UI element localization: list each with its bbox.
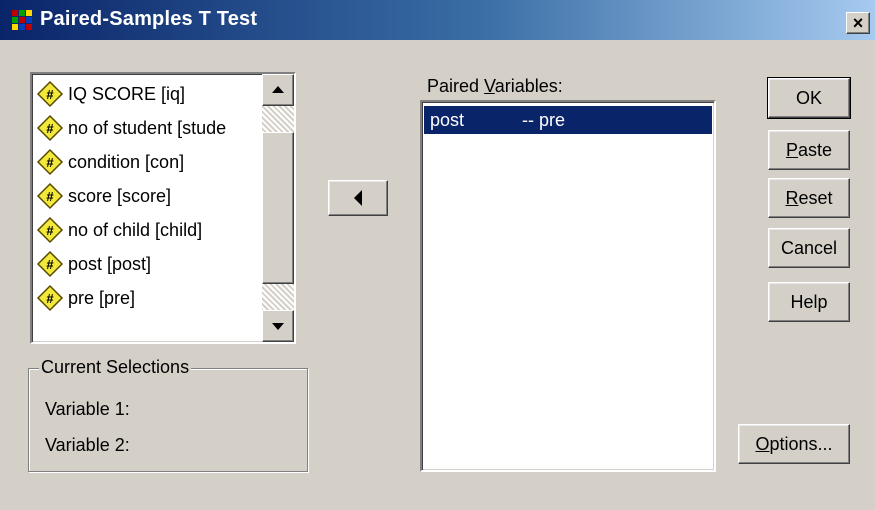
arrow-down-icon xyxy=(272,323,284,330)
arrow-left-icon xyxy=(354,190,362,206)
current-selections-title: Current Selections xyxy=(39,357,192,378)
spss-app-icon xyxy=(12,10,32,30)
variable2-label: Variable 2: xyxy=(45,435,130,455)
numeric-variable-icon: # xyxy=(36,182,64,210)
variable-label: post [post] xyxy=(68,253,152,274)
pair-first-variable: post xyxy=(430,109,465,130)
svg-text:#: # xyxy=(46,87,54,102)
title-bar[interactable]: Paired-Samples T Test × xyxy=(0,0,875,40)
variable-label: condition [con] xyxy=(68,151,185,172)
variable-items: # IQ SCORE [iq] # no of student [stude #… xyxy=(32,74,262,342)
svg-text:#: # xyxy=(46,223,54,238)
reset-button[interactable]: Reset xyxy=(768,178,850,218)
svg-text:#: # xyxy=(46,155,54,170)
variable1-label: Variable 1: xyxy=(45,399,130,419)
svg-text:#: # xyxy=(46,257,54,272)
paired-variable-row[interactable]: post -- pre xyxy=(424,106,712,134)
list-item[interactable]: # no of child [child] xyxy=(36,214,202,246)
scroll-down-button[interactable] xyxy=(262,310,294,342)
close-button[interactable]: × xyxy=(846,12,870,34)
numeric-variable-icon: # xyxy=(36,114,64,142)
current-selections-group: Current Selections Variable 1: Variable … xyxy=(28,357,308,472)
help-button[interactable]: Help xyxy=(768,282,850,322)
variable-label: pre [pre] xyxy=(68,287,136,308)
scroll-up-button[interactable] xyxy=(262,74,294,106)
paired-variables-list[interactable]: post -- pre xyxy=(420,100,716,472)
close-icon: × xyxy=(852,13,864,33)
list-item[interactable]: # IQ SCORE [iq] xyxy=(36,78,185,110)
svg-text:#: # xyxy=(46,121,54,136)
variable-label: score [score] xyxy=(68,185,172,206)
variable-label: no of student [stude xyxy=(68,117,227,138)
variable-label: IQ SCORE [iq] xyxy=(68,83,186,104)
numeric-variable-icon: # xyxy=(36,250,64,278)
numeric-variable-icon: # xyxy=(36,284,64,312)
list-item[interactable]: # no of student [stude xyxy=(36,112,226,144)
list-item[interactable]: # condition [con] xyxy=(36,146,184,178)
scroll-thumb[interactable] xyxy=(262,132,294,284)
svg-text:#: # xyxy=(46,189,54,204)
numeric-variable-icon: # xyxy=(36,148,64,176)
paired-variables-label: Paired Variables: xyxy=(427,76,563,96)
numeric-variable-icon: # xyxy=(36,80,64,108)
cancel-button[interactable]: Cancel xyxy=(768,228,850,268)
list-item[interactable]: # pre [pre] xyxy=(36,282,135,314)
arrow-up-icon xyxy=(272,86,284,93)
source-variable-list[interactable]: # IQ SCORE [iq] # no of student [stude #… xyxy=(30,72,296,344)
paste-button[interactable]: Paste xyxy=(768,130,850,170)
list-item[interactable]: # post [post] xyxy=(36,248,151,280)
move-pair-button[interactable] xyxy=(328,180,388,216)
options-button[interactable]: Options... xyxy=(738,424,850,464)
window-title: Paired-Samples T Test xyxy=(40,8,258,30)
svg-text:#: # xyxy=(46,291,54,306)
numeric-variable-icon: # xyxy=(36,216,64,244)
list-item[interactable]: # score [score] xyxy=(36,180,171,212)
variable-list-scrollbar[interactable] xyxy=(262,74,294,342)
paired-samples-dialog: Paired-Samples T Test × # IQ SCORE [iq] … xyxy=(0,0,875,510)
pair-second-variable: -- pre xyxy=(522,109,566,130)
variable-label: no of child [child] xyxy=(68,219,203,240)
ok-button[interactable]: OK xyxy=(768,78,850,118)
